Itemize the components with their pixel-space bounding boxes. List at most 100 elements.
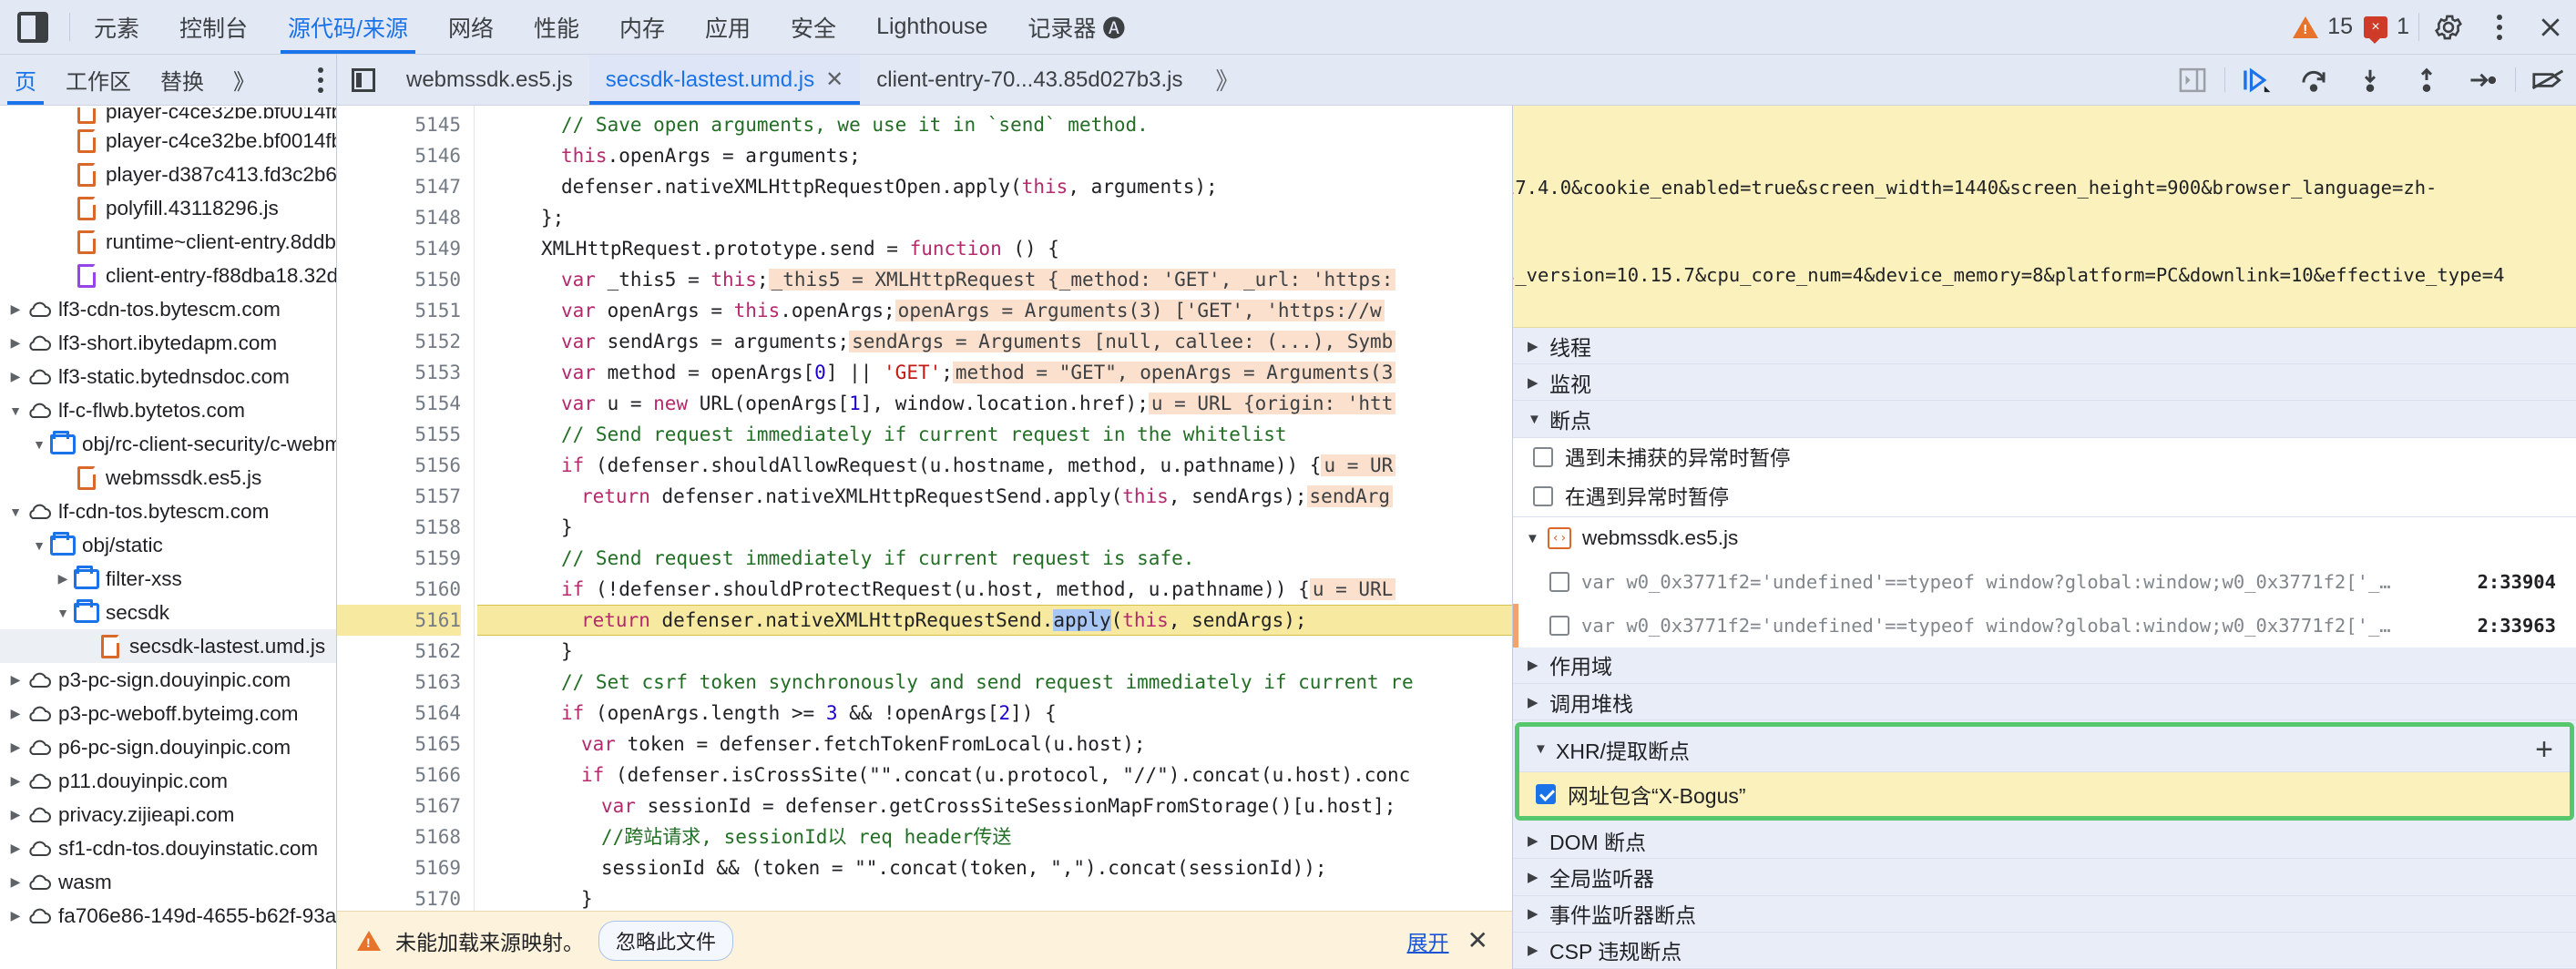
nav-tab-page[interactable]: 页: [0, 55, 51, 105]
section-global-listeners[interactable]: ▶ 全局监听器: [1513, 859, 2576, 896]
section-threads[interactable]: ▶ 线程: [1513, 327, 2576, 365]
line-number[interactable]: 5158: [337, 512, 461, 543]
device-toolbar-button[interactable]: [0, 0, 66, 54]
file-tree-row[interactable]: ▶ fa706e86-149d-4655-b62f-93aef2: [0, 899, 336, 933]
code-line[interactable]: };: [477, 202, 1512, 233]
chevron-down-icon[interactable]: ▼: [5, 403, 26, 418]
tab-network[interactable]: 网络: [428, 0, 514, 54]
line-number[interactable]: 5167: [337, 790, 461, 821]
line-number[interactable]: 5152: [337, 326, 461, 357]
code-line[interactable]: // Save open arguments, we use it in `se…: [477, 109, 1512, 140]
settings-button[interactable]: [2423, 0, 2474, 54]
line-number[interactable]: 5165: [337, 729, 461, 760]
code-line[interactable]: if (!defenser.shouldProtectRequest(u.hos…: [477, 574, 1512, 605]
chevron-right-icon[interactable]: ▶: [5, 369, 26, 384]
line-number[interactable]: 5170: [337, 883, 461, 914]
code-line[interactable]: if (defenser.isCrossSite("".concat(u.pro…: [477, 760, 1512, 790]
file-tree-row[interactable]: client-entry-f88dba18.32d8: [0, 259, 336, 292]
code-line[interactable]: }: [477, 636, 1512, 667]
file-tree-row[interactable]: runtime~client-entry.8ddbc8: [0, 225, 336, 259]
nav-tab-overrides[interactable]: 替换: [146, 55, 219, 105]
line-number[interactable]: 5153: [337, 357, 461, 388]
code-line[interactable]: // Send request immediately if current r…: [477, 543, 1512, 574]
code-line[interactable]: }: [477, 512, 1512, 543]
code-line[interactable]: this.openArgs = arguments;: [477, 140, 1512, 171]
tab-performance[interactable]: 性能: [514, 0, 599, 54]
file-tree-row[interactable]: polyfill.43118296.js: [0, 191, 336, 225]
code-line[interactable]: return defenser.nativeXMLHttpRequestSend…: [477, 481, 1512, 512]
file-tree-row[interactable]: ▶ p3-pc-weboff.byteimg.com: [0, 697, 336, 730]
code-line[interactable]: var openArgs = this.openArgs; openArgs = …: [477, 295, 1512, 326]
chevron-right-icon[interactable]: ▶: [5, 301, 26, 317]
step-into-button[interactable]: [2342, 55, 2398, 105]
step-button[interactable]: [2455, 55, 2511, 105]
code-line[interactable]: return defenser.nativeXMLHttpRequestSend…: [477, 605, 1512, 636]
checkbox[interactable]: [1533, 486, 1553, 507]
file-tree-row[interactable]: player-c4ce32be.bf0014fb.j: [0, 124, 336, 158]
line-number[interactable]: 5160: [337, 574, 461, 605]
line-number[interactable]: 5156: [337, 450, 461, 481]
chevron-right-icon[interactable]: ▶: [5, 807, 26, 822]
chevron-down-icon[interactable]: ▼: [29, 538, 49, 553]
code-line[interactable]: if (openArgs.length >= 3 && !openArgs[2]…: [477, 698, 1512, 729]
tab-lighthouse[interactable]: Lighthouse: [856, 0, 1007, 54]
file-tree-row[interactable]: ▼ secsdk: [0, 596, 336, 629]
chevron-right-icon[interactable]: ▶: [5, 672, 26, 688]
code-line[interactable]: var u = new URL(openArgs[1], window.loca…: [477, 388, 1512, 419]
checkbox[interactable]: [1549, 615, 1569, 636]
error-count-group[interactable]: × 1: [2358, 0, 2415, 54]
line-number[interactable]: 5154: [337, 388, 461, 419]
line-number[interactable]: 5148: [337, 202, 461, 233]
line-number[interactable]: 5157: [337, 481, 461, 512]
code-editor[interactable]: 5145 5146 5147 5148 5149 5150 5151 5152 5153 5154…: [337, 106, 1512, 969]
file-tree-row[interactable]: ▶ p3-pc-sign.douyinpic.com: [0, 663, 336, 697]
chevron-right-icon[interactable]: ▶: [53, 571, 73, 586]
section-watch[interactable]: ▶ 监视: [1513, 364, 2576, 402]
section-breakpoints[interactable]: ▼ 断点: [1513, 401, 2576, 438]
chevron-down-icon[interactable]: ▼: [29, 437, 49, 452]
line-number[interactable]: 5146: [337, 140, 461, 171]
warning-count-group[interactable]: 15: [2287, 0, 2358, 54]
file-tree-row[interactable]: ▶ p6-pc-sign.douyinpic.com: [0, 730, 336, 764]
xhr-breakpoint-row[interactable]: 网址包含“X-Bogus”: [1519, 772, 2570, 817]
code-area[interactable]: 5145 5146 5147 5148 5149 5150 5151 5152 5153 5154…: [337, 106, 1512, 969]
tab-application[interactable]: 应用: [685, 0, 771, 54]
section-csp-violation-breakpoints[interactable]: ▶ CSP 违规断点: [1513, 932, 2576, 969]
code-line[interactable]: }: [477, 883, 1512, 914]
nav-tab-workspace[interactable]: 工作区: [51, 55, 146, 105]
chevron-right-icon[interactable]: ▶: [5, 841, 26, 856]
checkbox[interactable]: [1536, 784, 1556, 805]
tab-memory[interactable]: 内存: [599, 0, 685, 54]
file-tree-row[interactable]: ▼ lf-cdn-tos.bytescm.com: [0, 495, 336, 528]
navigator-file-tree[interactable]: player-c4ce32be.bf0014fb.j player-c4ce32b…: [0, 106, 337, 969]
nav-tab-more[interactable]: 》: [219, 55, 270, 105]
code-line[interactable]: //跨站请求, sessionId以 req header传送: [477, 821, 1512, 852]
step-out-button[interactable]: [2398, 55, 2455, 105]
close-icon[interactable]: ✕: [1464, 925, 1492, 955]
line-number[interactable]: 5164: [337, 698, 461, 729]
file-tree-row[interactable]: ▶ lf3-cdn-tos.bytescm.com: [0, 292, 336, 326]
collapse-navigator-button[interactable]: [337, 55, 390, 105]
code-line[interactable]: var token = defenser.fetchTokenFromLocal…: [477, 729, 1512, 760]
expand-link[interactable]: 展开: [1407, 925, 1449, 956]
editor-tab-webmssdk[interactable]: webmssdk.es5.js: [390, 55, 589, 105]
section-call-stack[interactable]: ▶ 调用堆栈: [1513, 683, 2576, 721]
file-tree-row[interactable]: ▶ filter-xss: [0, 562, 336, 596]
line-number[interactable]: 5155: [337, 419, 461, 450]
file-tree-row[interactable]: ▶ lf3-static.bytednsdoc.com: [0, 360, 336, 393]
breakpoint-row[interactable]: var w0_0x3771f2='undefined'==typeof wind…: [1513, 559, 2576, 604]
line-number[interactable]: 5166: [337, 760, 461, 790]
chevron-right-icon[interactable]: ▶: [5, 874, 26, 890]
tab-recorder[interactable]: 记录器 🅐: [1007, 0, 1145, 54]
code-line[interactable]: defenser.nativeXMLHttpRequestOpen.apply(…: [477, 171, 1512, 202]
tab-elements[interactable]: 元素: [74, 0, 159, 54]
checkbox[interactable]: [1533, 447, 1553, 468]
navigator-more-button[interactable]: [305, 55, 336, 105]
breakpoint-file-group[interactable]: ▼ ‹› webmssdk.es5.js: [1513, 516, 2576, 560]
line-number[interactable]: 5151: [337, 295, 461, 326]
section-event-listener-breakpoints[interactable]: ▶ 事件监听器断点: [1513, 895, 2576, 933]
section-xhr-fetch-breakpoints[interactable]: ▼ XHR/提取断点 +: [1519, 727, 2570, 773]
line-number[interactable]: 5150: [337, 264, 461, 295]
tab-sources[interactable]: 源代码/来源: [268, 0, 428, 54]
code-lines[interactable]: // Save open arguments, we use it in `se…: [477, 106, 1512, 969]
